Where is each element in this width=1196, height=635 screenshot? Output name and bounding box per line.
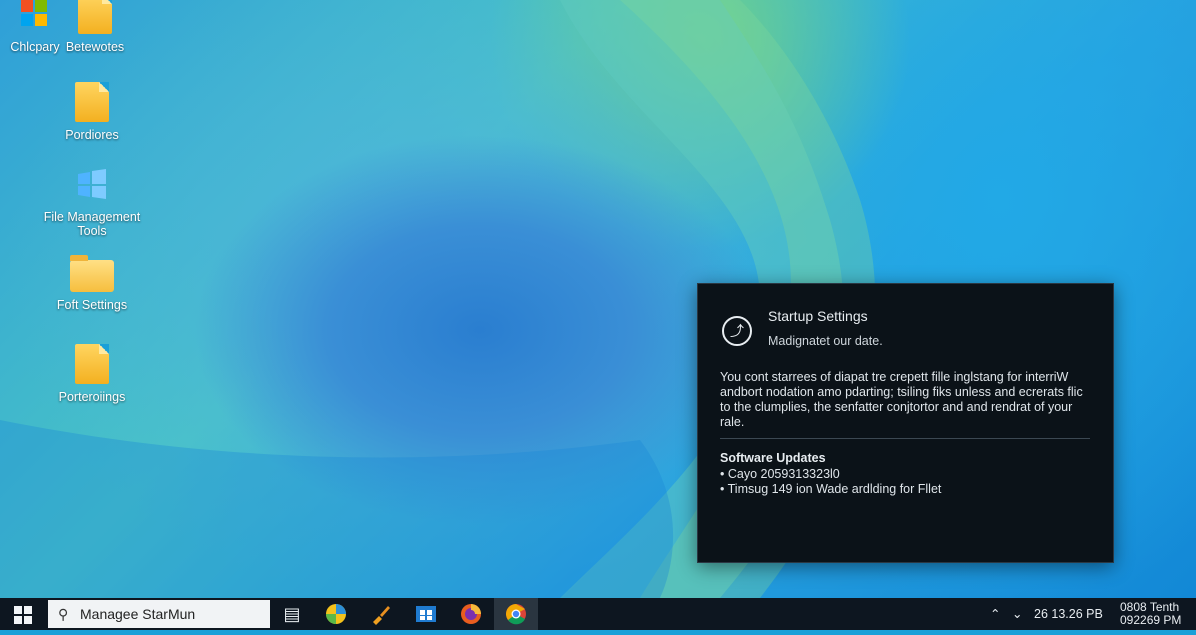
task-view-icon[interactable]: ▤ — [270, 598, 314, 630]
update-list: • Cayo 2059313323l0 • Timsug 149 ion Wad… — [720, 467, 941, 497]
file-icon — [78, 0, 112, 34]
chrome-icon[interactable] — [494, 598, 538, 630]
media-player-icon[interactable] — [314, 598, 358, 630]
search-icon: ⚲ — [58, 606, 69, 622]
clock-line-2: 092269 PM — [1120, 613, 1182, 627]
desktop-icon[interactable]: Foft Settings — [37, 252, 147, 312]
firefox-icon[interactable] — [449, 598, 493, 630]
popup-title: Startup Settings — [768, 308, 868, 324]
desktop-icon[interactable]: Pordiores — [37, 82, 147, 142]
paint-brush-icon[interactable] — [358, 598, 402, 630]
desktop-icon-label: Porteroiings — [58, 390, 126, 404]
desktop-icon[interactable]: Betewotes — [40, 0, 150, 54]
tray-time-label[interactable]: 26 13.26 PB — [1034, 598, 1103, 630]
windows-flag-icon — [72, 164, 112, 204]
file-icon — [75, 344, 109, 384]
taskbar: ⚲ Managee StarMun ▤ ⌃ ⌄ 26 13.26 PB 0808… — [0, 598, 1196, 630]
desktop-icon[interactable]: File Management Tools — [37, 164, 147, 238]
desktop-icon[interactable]: Porteroiings — [37, 344, 147, 404]
desktop-icon-label: File Management Tools — [43, 210, 141, 238]
desktop-icon-label: Pordiores — [65, 128, 119, 142]
search-input[interactable]: Managee StarMun — [80, 600, 195, 628]
file-icon — [75, 82, 109, 122]
desktop[interactable]: Chlcpary Betewotes Pordiores File Manage… — [0, 0, 1196, 598]
clock[interactable]: 0808 Tenth 092269 PM — [1120, 601, 1181, 627]
wrench-icon: ⤴ — [722, 316, 752, 346]
desktop-icon-label: Foft Settings — [56, 298, 128, 312]
start-button[interactable] — [0, 598, 46, 630]
list-item: • Cayo 2059313323l0 — [720, 467, 840, 481]
chevron-up-icon[interactable]: ⌃ — [990, 598, 1000, 630]
popup-body: You cont starrees of diapat tre crepett … — [720, 370, 1083, 429]
folder-icon — [70, 255, 114, 292]
list-item: • Timsug 149 ion Wade ardlding for Fllet — [720, 482, 942, 496]
section-title: Software Updates — [720, 451, 826, 465]
store-icon[interactable] — [404, 598, 448, 630]
chevron-down-icon[interactable]: ⌄ — [1012, 598, 1022, 630]
desktop-icon-label: Betewotes — [65, 40, 125, 54]
search-box[interactable]: ⚲ Managee StarMun — [48, 600, 270, 628]
popup-subtitle: Madignatet our date. — [768, 334, 883, 348]
divider — [720, 438, 1090, 439]
startup-settings-popup[interactable]: ⤴ Startup Settings Madignatet our date. … — [697, 283, 1114, 563]
